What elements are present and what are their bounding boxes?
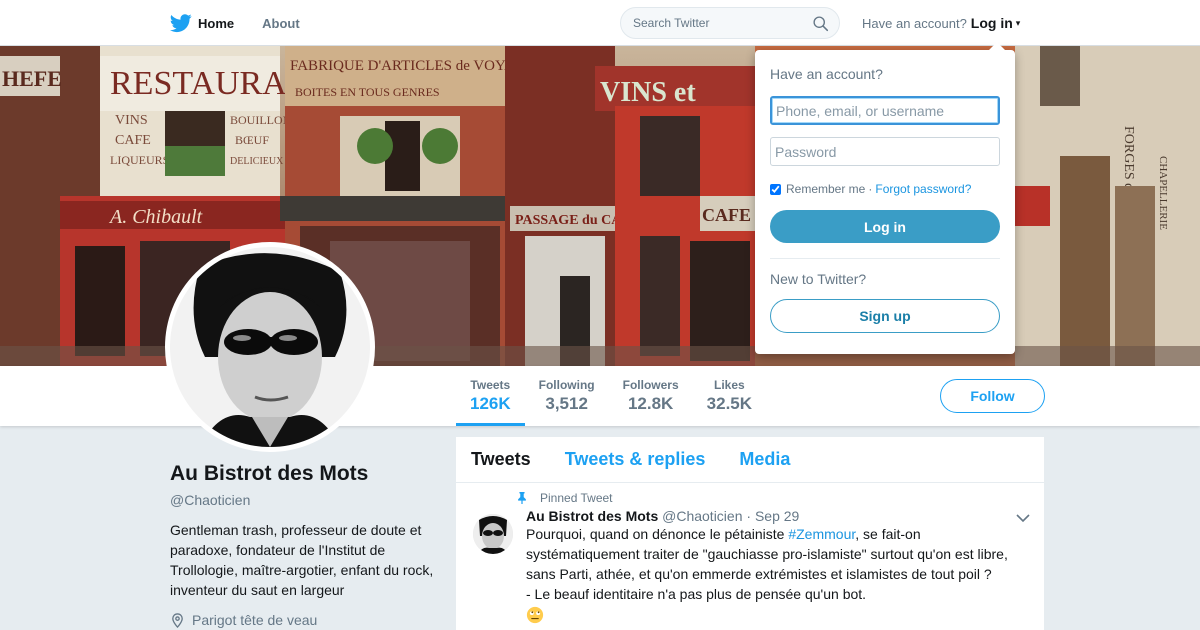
twitter-bird-icon <box>170 14 192 33</box>
tweet-text-before: Pourquoi, quand on dénonce le pétainiste <box>526 526 789 542</box>
banner-sign-boeuf: BŒUF <box>235 133 269 147</box>
home-label: Home <box>198 15 235 31</box>
tweet-avatar[interactable] <box>473 514 513 554</box>
top-navigation-bar: Home About Have an account? Log in ▾ <box>0 0 1200 46</box>
hashtag-link[interactable]: #Zemmour <box>788 526 855 542</box>
banner-sign-vins: VINS <box>115 113 148 128</box>
pinned-tweet[interactable]: Pinned Tweet Au Bistrot des Mots @Chaoti… <box>456 483 1044 630</box>
about-link[interactable]: About <box>262 16 300 31</box>
stat-label: Following <box>538 378 595 392</box>
search-icon[interactable] <box>812 15 829 32</box>
location-text: Parigot tête de veau <box>192 612 318 628</box>
username-input[interactable] <box>770 96 1000 125</box>
tweet-text: Pourquoi, quand on dénonce le pétainiste… <box>526 524 1029 584</box>
remember-row: Remember me · Forgot password? <box>770 182 1000 196</box>
tweet-body: Au Bistrot des Mots @Chaoticien · Sep 29… <box>526 508 1029 629</box>
login-dropdown: Have an account? Remember me · Forgot pa… <box>755 42 1015 354</box>
tab-tweets[interactable]: Tweets <box>471 449 531 470</box>
nav-left: Home About <box>170 0 328 46</box>
password-input[interactable] <box>770 137 1000 166</box>
account-area: Have an account? Log in ▾ <box>862 0 1020 46</box>
tweet-author-name[interactable]: Au Bistrot des Mots <box>526 508 658 524</box>
dropdown-divider <box>770 258 1000 259</box>
account-prompt: Have an account? <box>862 15 967 31</box>
banner-sign-delicieux: DELICIEUX <box>230 156 284 167</box>
banner-sign-boites: BOITES EN TOUS GENRES <box>295 85 440 99</box>
tab-tweets-replies[interactable]: Tweets & replies <box>565 449 706 470</box>
profile-bio: Gentleman trash, professeur de doute et … <box>170 522 434 598</box>
banner-sign-cafe: CAFE <box>115 133 151 148</box>
login-menu-toggle[interactable]: Log in ▾ <box>971 15 1021 31</box>
location-pin-icon <box>172 612 183 628</box>
pin-icon <box>518 492 526 504</box>
remember-separator: · <box>868 182 873 196</box>
tweet-author-handle[interactable]: @Chaoticien <box>662 508 742 524</box>
tweet-header: Au Bistrot des Mots @Chaoticien · Sep 29 <box>526 508 1029 524</box>
tab-media[interactable]: Media <box>739 449 790 470</box>
banner-sign-chapellerie: CHAPELLERIE <box>1157 156 1169 230</box>
stat-value: 32.5K <box>706 394 753 413</box>
forgot-password-link[interactable]: Forgot password? <box>875 182 971 196</box>
banner-sign-voyage: FABRIQUE D'ARTICLES de VOYAGE <box>290 58 535 74</box>
login-label: Log in <box>970 15 1013 31</box>
banner-sign-chibault: A. Chibault <box>108 206 203 228</box>
stat-following[interactable]: Following 3,512 <box>525 366 609 426</box>
search-box[interactable] <box>620 7 840 39</box>
stat-label: Tweets <box>470 378 511 392</box>
stat-value: 126K <box>470 394 511 413</box>
remember-label[interactable]: Remember me <box>786 182 865 196</box>
profile-card: Au Bistrot des Mots @Chaoticien Gentlema… <box>170 462 440 628</box>
login-button[interactable]: Log in <box>770 210 1000 243</box>
stat-label: Likes <box>714 378 745 392</box>
stat-likes[interactable]: Likes 32.5K <box>693 366 766 426</box>
stat-value: 12.8K <box>627 394 674 413</box>
stat-tweets[interactable]: Tweets 126K <box>456 366 525 426</box>
profile-location: Parigot tête de veau <box>170 612 440 628</box>
new-to-twitter-prompt: New to Twitter? <box>770 271 867 287</box>
stat-value: 3,512 <box>545 394 588 413</box>
home-link[interactable]: Home <box>170 12 234 34</box>
profile-stats: Tweets 126K Following 3,512 Followers 12… <box>456 366 766 426</box>
banner-sign-cafe-right: CAFE <box>702 205 751 225</box>
pinned-label: Pinned Tweet <box>540 491 613 505</box>
banner-sign-liqueurs: LIQUEURS <box>110 153 169 167</box>
tweet-text-line2: - Le beauf identitaire n'a pas plus de p… <box>526 586 867 602</box>
follow-button[interactable]: Follow <box>940 379 1045 413</box>
avatar-portrait-image <box>170 247 370 447</box>
caret-down-icon: ▾ <box>1015 17 1021 28</box>
stat-followers[interactable]: Followers 12.8K <box>609 366 693 426</box>
profile-name[interactable]: Au Bistrot des Mots <box>170 462 440 486</box>
remember-checkbox[interactable] <box>770 183 781 195</box>
pinned-indicator: Pinned Tweet <box>516 491 1029 505</box>
tweet-avatar-image <box>473 514 513 554</box>
search-input[interactable] <box>621 8 801 38</box>
dropdown-title: Have an account? <box>770 66 883 82</box>
signup-button[interactable]: Sign up <box>770 299 1000 333</box>
stat-label: Followers <box>622 378 679 392</box>
profile-avatar[interactable] <box>165 242 375 452</box>
tweet-separator: · <box>746 508 752 524</box>
timeline-tabs: Tweets Tweets & replies Media <box>456 437 1044 483</box>
timeline: Tweets Tweets & replies Media Pinned Twe… <box>456 437 1044 630</box>
eye-roll-emoji-icon <box>526 606 544 624</box>
tweet-date[interactable]: Sep 29 <box>755 508 799 524</box>
banner-sign-vins-et: VINS et <box>600 77 696 108</box>
chevron-down-icon[interactable] <box>1016 513 1030 523</box>
banner-sign-bouillon: BOUILLON <box>230 113 292 127</box>
profile-handle[interactable]: @Chaoticien <box>170 492 440 508</box>
banner-sign-cafe-left: HEFE <box>2 66 62 91</box>
